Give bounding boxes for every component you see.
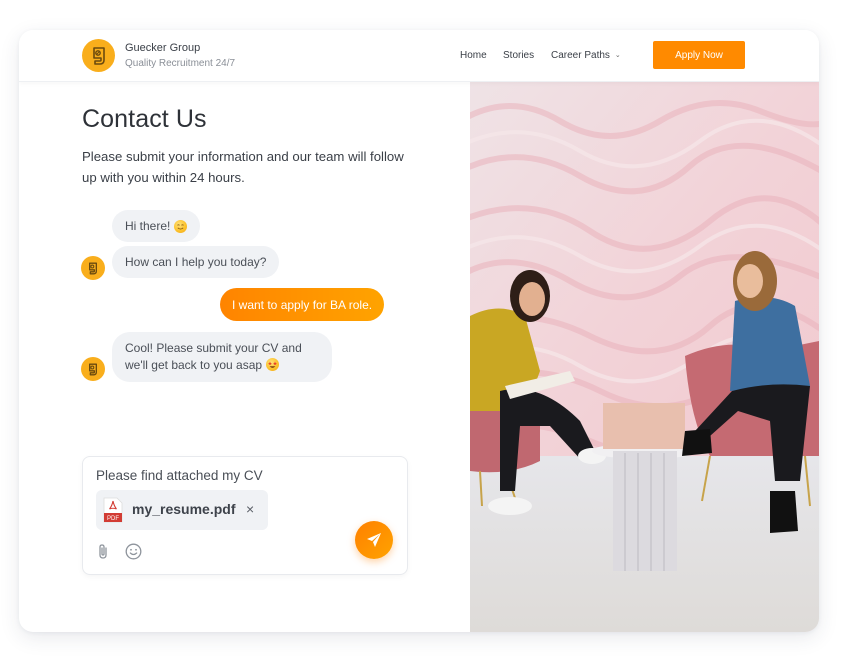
chevron-down-icon: ⌄ <box>614 52 621 59</box>
chat-message-bot: Hi there! <box>112 210 201 242</box>
chat-message-bot: Cool! Please submit your CV and we'll ge… <box>112 332 332 382</box>
brand-logo[interactable] <box>82 39 115 72</box>
attachment-chip[interactable]: PDF my_resume.pdf × <box>96 490 268 530</box>
office-meeting-illustration <box>470 81 819 632</box>
pdf-label: PDF <box>107 516 119 522</box>
send-button[interactable] <box>355 521 393 559</box>
site-header: Guecker Group Quality Recruitment 24/7 H… <box>19 30 819 82</box>
remove-attachment-icon[interactable]: × <box>246 501 254 517</box>
contact-page-card: Guecker Group Quality Recruitment 24/7 H… <box>19 30 819 632</box>
brand-tagline: Quality Recruitment 24/7 <box>125 58 236 69</box>
pdf-file-icon: PDF <box>103 497 123 523</box>
chat-message-bot: How can I help you today? <box>112 246 280 278</box>
paperclip-icon[interactable] <box>96 543 110 560</box>
smiling-face-emoji-icon <box>174 219 188 233</box>
page-subtitle: Please submit your information and our t… <box>82 149 404 185</box>
nav-stories[interactable]: Stories <box>503 50 534 61</box>
hero-photo <box>470 81 819 632</box>
nav-career-paths-label: Career Paths <box>551 50 610 61</box>
g-logo-icon <box>92 46 105 65</box>
page-title: Contact Us <box>82 105 207 133</box>
attachment-file-name: my_resume.pdf <box>132 501 236 517</box>
nav-career-paths[interactable]: Career Paths ⌄ <box>551 50 621 61</box>
g-logo-icon <box>89 363 97 376</box>
chat-message-user: I want to apply for BA role. <box>220 288 385 321</box>
nav-home[interactable]: Home <box>460 50 487 61</box>
bot-avatar <box>81 357 105 381</box>
bot-avatar <box>81 256 105 280</box>
emoji-picker-icon[interactable] <box>125 543 142 560</box>
message-text: I want to apply for BA role. <box>232 297 373 312</box>
message-text: How can I help you today? <box>125 255 267 269</box>
apply-now-button[interactable]: Apply Now <box>653 41 745 69</box>
message-input[interactable]: Please find attached my CV <box>96 468 263 483</box>
star-struck-emoji-icon <box>266 358 280 371</box>
message-composer[interactable]: Please find attached my CV PDF my_resume… <box>82 456 408 575</box>
message-text: Cool! Please submit your CV and we'll ge… <box>125 340 319 374</box>
brand-name: Guecker Group <box>125 42 201 54</box>
message-text: Hi there! <box>125 219 171 233</box>
paper-plane-icon <box>367 533 381 547</box>
g-logo-icon <box>89 262 97 275</box>
